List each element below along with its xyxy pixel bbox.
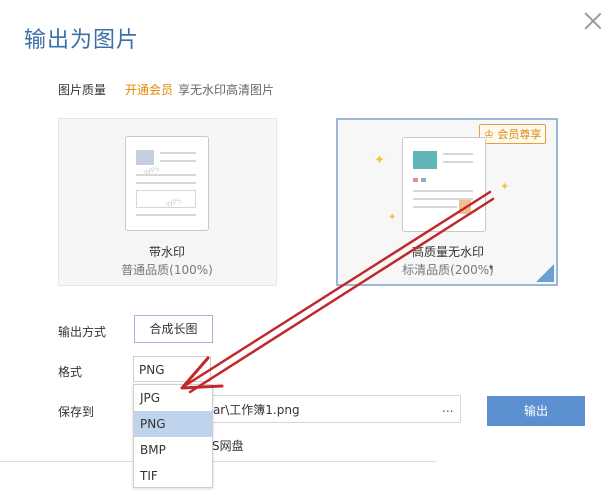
annotation-arrow — [180, 190, 495, 394]
